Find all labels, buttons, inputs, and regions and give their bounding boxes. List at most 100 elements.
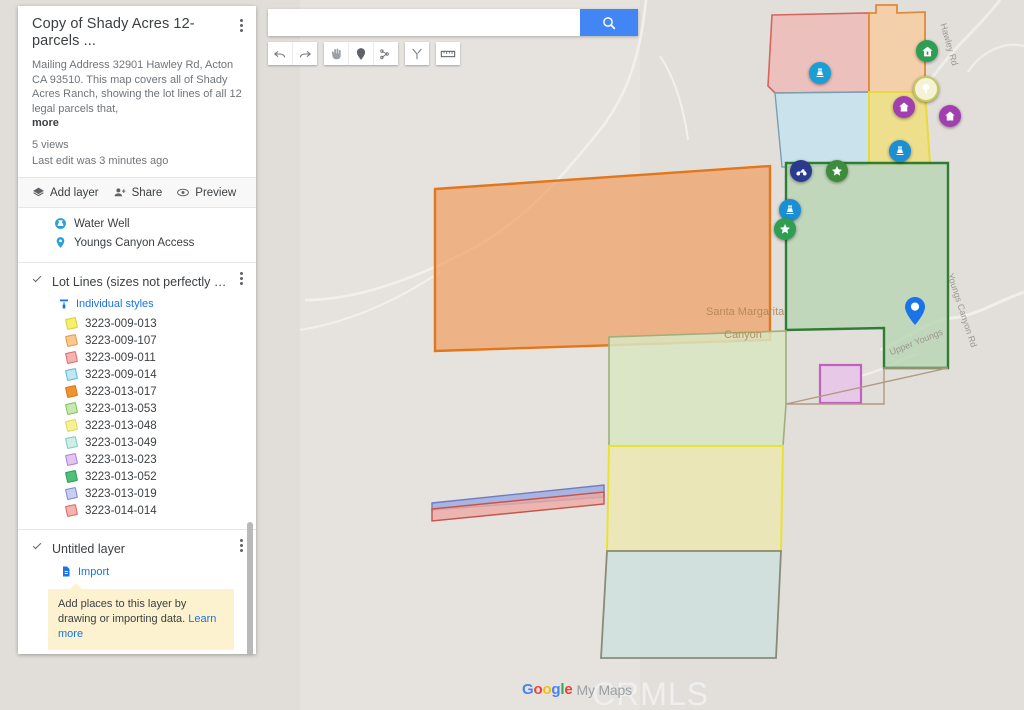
directions-tool[interactable] <box>405 42 429 65</box>
share-label: Share <box>132 187 163 199</box>
water-well-icon <box>814 67 826 79</box>
parcel-row[interactable]: 3223-014-014 <box>18 502 256 519</box>
add-marker-tool[interactable] <box>349 42 374 65</box>
search-input[interactable] <box>268 9 580 36</box>
parcel-row[interactable]: 3223-013-053 <box>18 400 256 417</box>
star-icon <box>779 223 791 235</box>
parcel-row[interactable]: 3223-009-011 <box>18 349 256 366</box>
feature-youngs-canyon-label: Youngs Canyon Access <box>74 237 194 249</box>
more-link[interactable]: more <box>32 117 244 129</box>
sidebar-action-bar[interactable]: Add layer Share Preview <box>18 177 256 208</box>
parcel-row[interactable]: 3223-013-023 <box>18 451 256 468</box>
layer-lot-lines[interactable]: Lot Lines (sizes not perfectly acc... In… <box>18 263 256 530</box>
parcel-row[interactable]: 3223-013-052 <box>18 468 256 485</box>
atv-icon <box>795 165 808 178</box>
feature-shortcuts: Water Well Youngs Canyon Access <box>18 208 256 263</box>
ruler-icon <box>440 47 456 61</box>
home-marker-2[interactable] <box>939 105 961 127</box>
preview-label: Preview <box>195 187 236 199</box>
parcel-swatch <box>65 436 78 449</box>
parcel-poly-orange-large <box>435 166 770 351</box>
view-count: 5 views <box>32 137 244 153</box>
water-well-icon <box>784 204 796 216</box>
sidebar-scroll-region[interactable]: Water Well Youngs Canyon Access Lot Line… <box>18 208 256 654</box>
layer-untitled-1-header[interactable]: Untitled layer <box>18 538 256 560</box>
parcel-id: 3223-013-019 <box>85 488 157 500</box>
parcel-row[interactable]: 3223-013-017 <box>18 383 256 400</box>
parcel-id: 3223-013-017 <box>85 386 157 398</box>
parcel-poly-teal-bottom <box>601 551 781 658</box>
import-label: Import <box>78 566 109 578</box>
search-bar[interactable] <box>268 9 638 36</box>
atv-marker[interactable] <box>790 160 812 182</box>
history-tool-group[interactable] <box>268 42 317 65</box>
home-marker-1[interactable] <box>893 96 915 118</box>
directions-tool-group[interactable] <box>405 42 429 65</box>
eye-icon <box>176 186 190 199</box>
parcel-id: 3223-014-014 <box>85 505 157 517</box>
parcel-id: 3223-009-013 <box>85 318 157 330</box>
draw-line-tool[interactable] <box>374 42 398 65</box>
page-title: Copy of Shady Acres 12- parcels ... <box>32 16 244 50</box>
tree-marker[interactable] <box>913 76 939 102</box>
star-marker-1[interactable] <box>826 160 848 182</box>
parcel-swatch <box>65 317 78 330</box>
map-label-canyon-line2: Canyon <box>724 329 762 342</box>
parcel-id: 3223-009-014 <box>85 369 157 381</box>
map-menu-button[interactable] <box>234 16 248 34</box>
parcel-row[interactable]: 3223-009-013 <box>18 315 256 332</box>
map-tools[interactable] <box>268 42 460 65</box>
sidebar-scrollbar[interactable] <box>247 522 253 654</box>
preview-button[interactable]: Preview <box>176 186 236 199</box>
water-well-icon <box>54 217 67 230</box>
parcel-poly-magenta-small <box>820 365 861 403</box>
parcel-swatch <box>65 351 78 364</box>
map-sidebar[interactable]: Copy of Shady Acres 12- parcels ... Mail… <box>18 6 256 654</box>
feature-youngs-canyon-access[interactable]: Youngs Canyon Access <box>18 233 256 252</box>
google-wordmark: Google <box>522 681 573 698</box>
water-well-marker-east[interactable] <box>889 140 911 162</box>
directions-fork-icon <box>410 47 424 61</box>
layer-tooltip-text: Add places to this layer by drawing or i… <box>58 598 186 625</box>
parcel-id: 3223-013-052 <box>85 471 157 483</box>
parcel-swatch <box>65 487 78 500</box>
undo-arrow-icon <box>273 47 287 61</box>
home-lock-marker[interactable] <box>916 40 938 62</box>
select-tool[interactable] <box>324 42 349 65</box>
person-add-icon <box>113 186 127 199</box>
draw-tool-group[interactable] <box>324 42 398 65</box>
parcel-row[interactable]: 3223-013-049 <box>18 434 256 451</box>
measure-tool-group[interactable] <box>436 42 460 65</box>
layer-untitled-1-checkbox[interactable] <box>32 543 44 555</box>
home-icon <box>944 110 956 122</box>
parcel-poly-yellow-mid <box>607 446 783 551</box>
search-button[interactable] <box>580 9 638 36</box>
parcel-id: 3223-013-048 <box>85 420 157 432</box>
add-layer-button[interactable]: Add layer <box>32 186 99 199</box>
parcel-list[interactable]: 3223-009-013 3223-009-107 3223-009-011 3… <box>18 315 256 519</box>
star-marker-2[interactable] <box>774 218 796 240</box>
tree-icon <box>920 83 932 95</box>
parcel-row[interactable]: 3223-013-048 <box>18 417 256 434</box>
layer-lot-lines-header[interactable]: Lot Lines (sizes not perfectly acc... <box>18 271 256 293</box>
water-well-marker-north[interactable] <box>809 62 831 84</box>
parcel-row[interactable]: 3223-009-014 <box>18 366 256 383</box>
measure-tool[interactable] <box>436 42 460 65</box>
last-edit-text: Last edit was 3 minutes ago <box>32 153 244 169</box>
feature-water-well-label: Water Well <box>74 218 130 230</box>
individual-styles-button[interactable]: Individual styles <box>18 293 256 315</box>
parcel-row[interactable]: 3223-009-107 <box>18 332 256 349</box>
parcel-row[interactable]: 3223-013-019 <box>18 485 256 502</box>
feature-water-well[interactable]: Water Well <box>18 214 256 233</box>
layer-untitled-1[interactable]: Untitled layer Import Add places to this… <box>18 530 256 654</box>
parcel-swatch <box>65 504 78 517</box>
search-icon <box>601 15 617 31</box>
youngs-canyon-access-pin[interactable] <box>905 297 925 325</box>
redo-tool[interactable] <box>293 42 317 65</box>
layer-lot-lines-checkbox[interactable] <box>32 276 44 288</box>
parcel-swatch <box>65 334 78 347</box>
parcel-poly-lightblue <box>775 92 869 167</box>
undo-tool[interactable] <box>268 42 293 65</box>
import-button[interactable]: Import <box>18 560 256 583</box>
share-button[interactable]: Share <box>113 186 163 199</box>
